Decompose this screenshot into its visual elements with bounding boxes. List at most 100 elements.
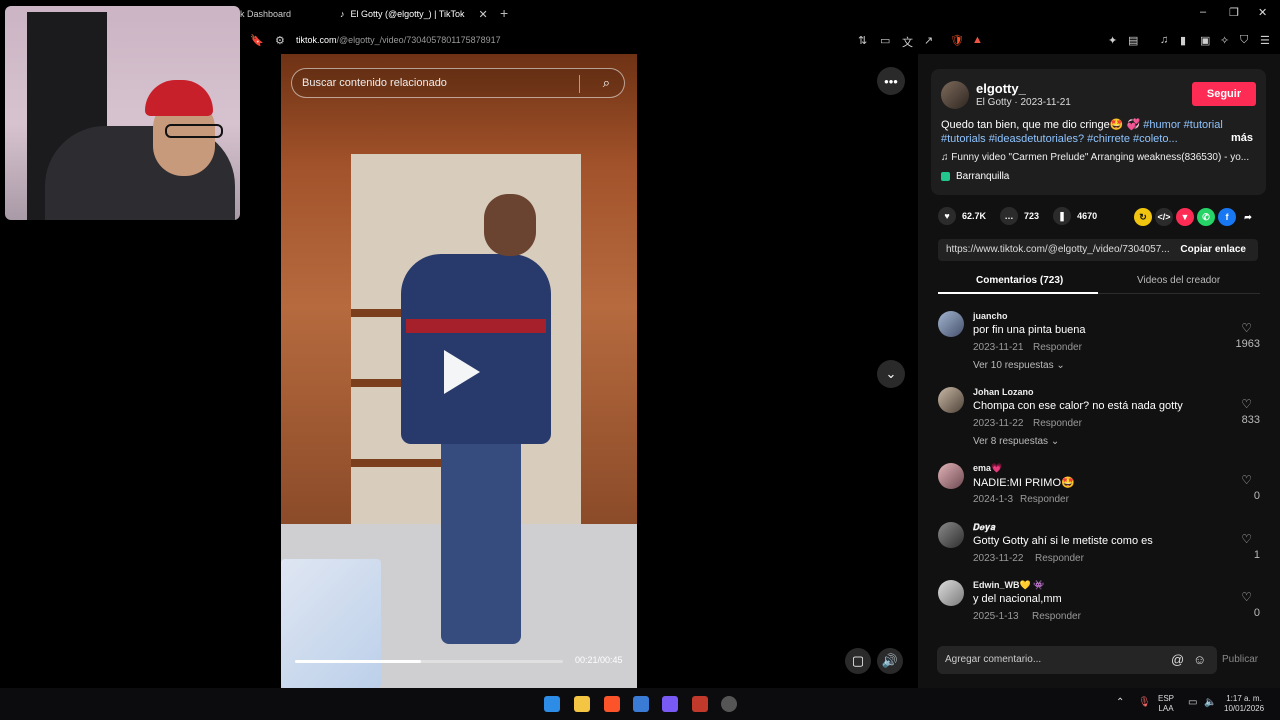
reader-icon[interactable]: ⇅ xyxy=(858,34,867,47)
reply-button[interactable]: Responder xyxy=(1033,342,1082,353)
reading-list-icon[interactable]: ▤ xyxy=(1128,34,1138,47)
obs-icon[interactable] xyxy=(721,696,737,712)
chevron-up-icon[interactable]: ⌃ xyxy=(1116,698,1124,708)
comment-item: ema💗 NADIE:MI PRIMO🤩 2024-1-3 Responder … xyxy=(938,463,1260,523)
comment-author[interactable]: Johan Lozano xyxy=(973,387,1034,397)
repost-icon[interactable]: ↻ xyxy=(1134,208,1152,226)
store-icon[interactable] xyxy=(633,696,649,712)
microphone-icon[interactable]: 🎙 xyxy=(1138,698,1151,708)
music-link[interactable]: ♫ Funny video "Carmen Prelude" Arranging… xyxy=(941,152,1261,163)
menu-icon[interactable]: ☰ xyxy=(1260,34,1270,47)
related-search-input[interactable]: Buscar contenido relacionado ⌕ xyxy=(291,68,625,98)
tab-comments[interactable]: Comentarios (723) xyxy=(976,275,1063,286)
follow-button[interactable]: Seguir xyxy=(1192,82,1256,106)
music-title: Funny video "Carmen Prelude" Arranging w… xyxy=(951,152,1250,163)
vpn-icon[interactable]: ⛉ xyxy=(1240,34,1248,47)
comment-text: y del nacional,mm xyxy=(973,593,1062,605)
comment-avatar[interactable] xyxy=(938,463,964,489)
like-button[interactable]: ♥ 62.7K xyxy=(938,207,986,225)
reply-button[interactable]: Responder xyxy=(1032,611,1081,622)
bookmark-icon[interactable]: 🔖 xyxy=(250,34,264,47)
save-button[interactable]: ❚ 4670 xyxy=(1053,207,1097,225)
hashtags-line1[interactable]: #humor #tutorial xyxy=(1143,119,1223,131)
reply-button[interactable]: Responder xyxy=(1033,418,1082,429)
comment-avatar[interactable] xyxy=(938,311,964,337)
publish-button[interactable]: Publicar xyxy=(1222,654,1258,665)
comment-button[interactable]: … 723 xyxy=(1000,207,1039,225)
next-video-button[interactable]: ⌄ xyxy=(877,360,905,388)
url-field[interactable]: tiktok.com/@elgotty_/video/7304057801175… xyxy=(296,35,501,45)
leo-icon[interactable]: ✧ xyxy=(1220,34,1229,47)
comment-author[interactable]: Edwin_WB💛 👾 xyxy=(973,580,1044,591)
video-player[interactable]: Buscar contenido relacionado ⌕ 00:21/00:… xyxy=(281,54,637,688)
reply-button[interactable]: Responder xyxy=(1035,553,1084,564)
comment-author[interactable]: 𝑫𝒆𝒚𝒂 xyxy=(973,522,995,533)
comment-heart-icon[interactable]: ♡ xyxy=(1241,397,1252,411)
video-progress-bar[interactable] xyxy=(295,660,563,663)
sidebar-icon[interactable]: ▮ xyxy=(1180,34,1186,47)
comment-text: Gotty Gotty ahí si le metiste como es xyxy=(973,535,1153,547)
comment-heart-icon[interactable]: ♡ xyxy=(1241,532,1252,546)
facebook-icon[interactable]: f xyxy=(1218,208,1236,226)
emoji-icon[interactable]: ☺ xyxy=(1193,652,1206,667)
comment-avatar[interactable] xyxy=(938,387,964,413)
comment-heart-icon[interactable]: ♡ xyxy=(1241,321,1252,335)
site-settings-icon[interactable]: ⚙ xyxy=(275,34,285,47)
comment-author[interactable]: juancho xyxy=(973,311,1008,321)
reply-button[interactable]: Responder xyxy=(1020,494,1069,505)
clock[interactable]: 1:17 a. m. 10/01/2026 xyxy=(1224,694,1264,714)
send-icon[interactable]: ▼ xyxy=(1176,208,1194,226)
mention-icon[interactable]: @ xyxy=(1171,652,1184,667)
search-icon[interactable]: ⌕ xyxy=(603,75,610,91)
share-icon[interactable]: ↗ xyxy=(924,34,933,47)
windows-start-icon[interactable] xyxy=(544,696,560,712)
embed-icon[interactable]: </> xyxy=(1155,208,1173,226)
wallet-icon[interactable]: ▣ xyxy=(1200,34,1210,47)
play-icon[interactable] xyxy=(444,350,480,394)
translate-icon[interactable]: 文 xyxy=(902,34,913,50)
copy-link-button[interactable]: Copiar enlace xyxy=(1180,244,1246,255)
hashtags-line2[interactable]: #tutorials #ideasdetutoriales? #chirrete… xyxy=(941,133,1178,145)
author-username[interactable]: elgotty_ xyxy=(976,81,1026,96)
comment-avatar[interactable] xyxy=(938,580,964,606)
comment-heart-icon[interactable]: ♡ xyxy=(1241,590,1252,604)
share-arrow-icon[interactable]: ➦ xyxy=(1239,208,1257,226)
minimize-button[interactable]: – xyxy=(1200,6,1206,18)
language-indicator[interactable]: ESP LAA xyxy=(1158,694,1174,714)
avatar[interactable] xyxy=(941,81,969,109)
app-icon[interactable] xyxy=(692,696,708,712)
close-window-button[interactable]: ✕ xyxy=(1258,6,1267,19)
comment-heart-icon[interactable]: ♡ xyxy=(1241,473,1252,487)
comment-date: 2025-1-13 xyxy=(973,611,1019,622)
extensions-icon[interactable]: ✦ xyxy=(1108,34,1117,47)
share-link-field[interactable]: https://www.tiktok.com/@elgotty_/video/7… xyxy=(938,239,1258,261)
file-explorer-icon[interactable] xyxy=(574,696,590,712)
brave-shield-icon[interactable]: 🛡 xyxy=(950,34,964,47)
speaker-icon[interactable]: 🔈 xyxy=(1204,698,1216,708)
tab-creator-videos[interactable]: Videos del creador xyxy=(1137,275,1220,286)
network-icon[interactable]: ▭ xyxy=(1188,698,1197,708)
media-icon[interactable]: ♫ xyxy=(1160,34,1168,46)
comment-author[interactable]: ema💗 xyxy=(973,463,1002,474)
rewards-icon[interactable]: ▲ xyxy=(972,34,983,46)
whatsapp-icon[interactable]: ✆ xyxy=(1197,208,1215,226)
view-replies-button[interactable]: Ver 8 respuestas ⌄ xyxy=(973,436,1059,447)
view-replies-button[interactable]: Ver 10 respuestas ⌄ xyxy=(973,360,1065,371)
comment-avatar[interactable] xyxy=(938,522,964,548)
cast-icon[interactable]: ▭ xyxy=(880,34,890,47)
floating-player-button[interactable]: ▢ xyxy=(845,648,871,674)
engagement-stats: ♥ 62.7K … 723 ❚ 4670 xyxy=(938,207,1111,225)
new-tab-button[interactable]: + xyxy=(500,5,508,21)
tab-tiktok[interactable]: ♪ El Gotty (@elgotty_) | TikTok ✕ xyxy=(340,4,488,24)
comment-input[interactable]: Agregar comentario... @ ☺ xyxy=(937,646,1217,674)
tab-label: k Dashboard xyxy=(240,9,292,19)
tab-dashboard[interactable]: k Dashboard xyxy=(240,4,291,24)
location-link[interactable]: Barranquilla xyxy=(941,171,1009,182)
brave-browser-icon[interactable] xyxy=(604,696,620,712)
maximize-button[interactable]: ❐ xyxy=(1229,6,1239,19)
close-tab-icon[interactable]: ✕ xyxy=(479,8,488,21)
more-options-button[interactable]: ••• xyxy=(877,67,905,95)
more-description-button[interactable]: más xyxy=(1231,132,1253,144)
game-icon[interactable] xyxy=(662,696,678,712)
volume-button[interactable]: 🔊 xyxy=(877,648,903,674)
